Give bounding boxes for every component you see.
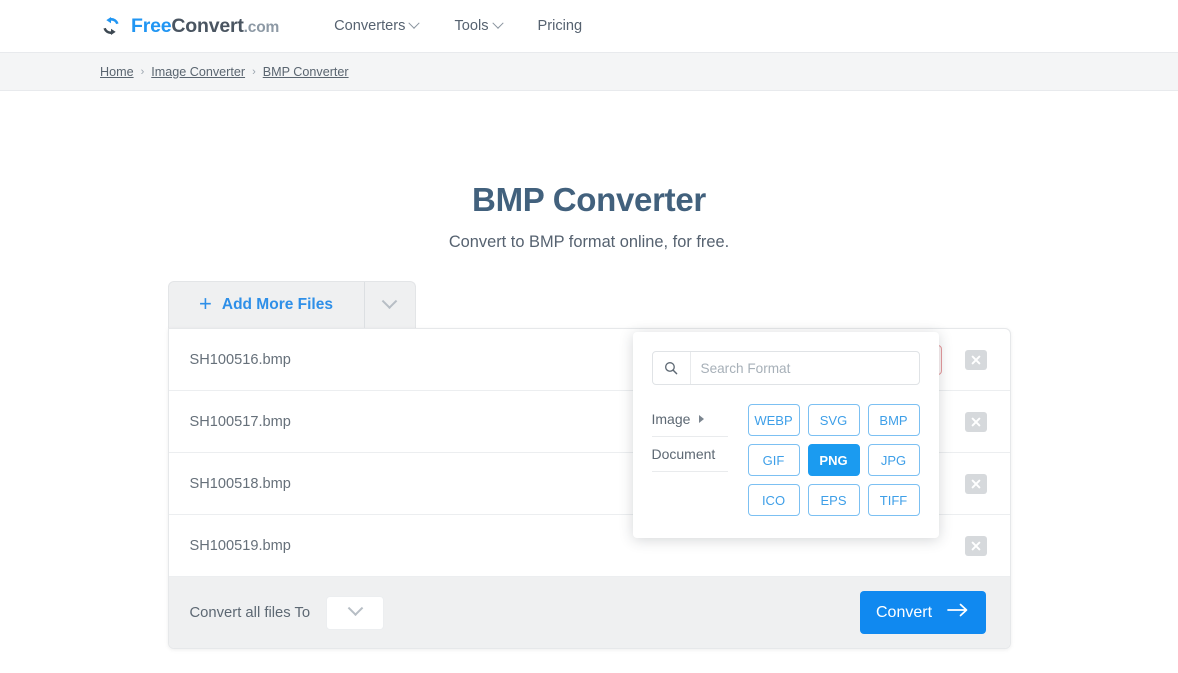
chevron-down-icon	[408, 17, 421, 29]
format-category-image-label: Image	[651, 411, 691, 427]
nav-item-pricing[interactable]: Pricing	[538, 18, 583, 34]
format-button-tiff[interactable]: TIFF	[867, 484, 920, 516]
breadcrumb-separator: ›	[252, 65, 256, 78]
add-more-files-label: Add More Files	[221, 296, 333, 313]
format-button-bmp[interactable]: BMP	[867, 404, 920, 436]
breadcrumb: Home › Image Converter › BMP Converter	[0, 53, 1178, 91]
format-button-ico[interactable]: ICO	[747, 484, 800, 516]
chevron-down-icon	[381, 292, 398, 309]
convert-all-format-select[interactable]	[326, 595, 385, 630]
breadcrumb-item-home[interactable]: Home	[100, 65, 134, 79]
refresh-circular-arrows-icon	[100, 15, 122, 37]
chevron-down-icon	[491, 17, 504, 29]
add-more-files-button[interactable]: + Add More Files	[169, 282, 364, 328]
site-header: FreeConvert.com Converters Tools Pricing	[0, 0, 1178, 53]
card-footer: Convert all files To Convert	[168, 577, 1010, 648]
remove-file-cell	[942, 411, 1010, 432]
site-logo[interactable]: FreeConvert.com	[100, 15, 279, 38]
format-search-input[interactable]	[690, 352, 919, 384]
nav-item-tools[interactable]: Tools	[454, 17, 504, 34]
remove-file-button[interactable]	[964, 349, 987, 370]
format-button-png[interactable]: PNG	[807, 444, 860, 476]
remove-file-cell	[942, 535, 1010, 556]
logo-text-free: Free	[131, 14, 172, 37]
format-button-jpg[interactable]: JPG	[867, 444, 920, 476]
nav-item-converters[interactable]: Converters	[334, 17, 421, 34]
logo-text-com: .com	[243, 18, 280, 36]
breadcrumb-item-image-converter[interactable]: Image Converter	[151, 65, 245, 79]
nav-item-pricing-label: Pricing	[537, 18, 583, 34]
format-category-list: Image Document	[651, 404, 728, 516]
page-subtitle: Convert to BMP format online, for free.	[448, 233, 730, 251]
page-title: BMP Converter	[472, 181, 706, 218]
search-icon	[653, 352, 691, 384]
format-button-eps[interactable]: EPS	[807, 484, 860, 516]
format-dropdown-panel: Image Document WEBP SVG BMP GIF PNG JPG …	[632, 332, 939, 538]
plus-icon: +	[199, 291, 212, 316]
logo-text-convert: Convert	[171, 14, 244, 37]
remove-file-button[interactable]	[964, 535, 987, 556]
add-more-files-tab: + Add More Files	[167, 281, 416, 328]
arrow-right-icon	[947, 603, 969, 622]
format-search-box	[651, 351, 920, 385]
chevron-right-icon	[699, 415, 705, 423]
format-category-image[interactable]: Image	[651, 406, 728, 437]
breadcrumb-separator: ›	[140, 65, 145, 78]
remove-file-button[interactable]	[964, 411, 987, 432]
convert-button[interactable]: Convert	[859, 591, 986, 634]
format-button-svg[interactable]: SVG	[807, 404, 860, 436]
file-name: SH100516.bmp	[189, 351, 291, 368]
format-button-grid: WEBP SVG BMP GIF PNG JPG ICO EPS TIFF	[747, 404, 920, 516]
convert-button-label: Convert	[875, 603, 933, 621]
chevron-down-icon	[347, 600, 363, 617]
format-category-document-label: Document	[651, 446, 716, 462]
file-name: SH100519.bmp	[189, 537, 291, 554]
remove-file-cell	[942, 349, 1010, 370]
add-more-files-dropdown-button[interactable]	[363, 282, 415, 328]
remove-file-button[interactable]	[964, 473, 987, 494]
remove-file-cell	[942, 473, 1010, 494]
nav-item-tools-label: Tools	[454, 18, 489, 34]
breadcrumb-item-bmp-converter[interactable]: BMP Converter	[263, 65, 349, 79]
main-nav: Converters Tools Pricing	[334, 17, 583, 34]
nav-item-converters-label: Converters	[334, 18, 406, 34]
convert-all-files-label: Convert all files To	[189, 604, 311, 621]
format-category-document[interactable]: Document	[651, 437, 728, 472]
converter-card-area: + Add More Files SH100516.bmp 3.52 MB Co…	[167, 281, 1011, 649]
format-dropdown-body: Image Document WEBP SVG BMP GIF PNG JPG …	[651, 404, 920, 516]
logo-text: FreeConvert.com	[131, 15, 279, 38]
format-button-webp[interactable]: WEBP	[747, 404, 800, 436]
format-button-gif[interactable]: GIF	[747, 444, 800, 476]
